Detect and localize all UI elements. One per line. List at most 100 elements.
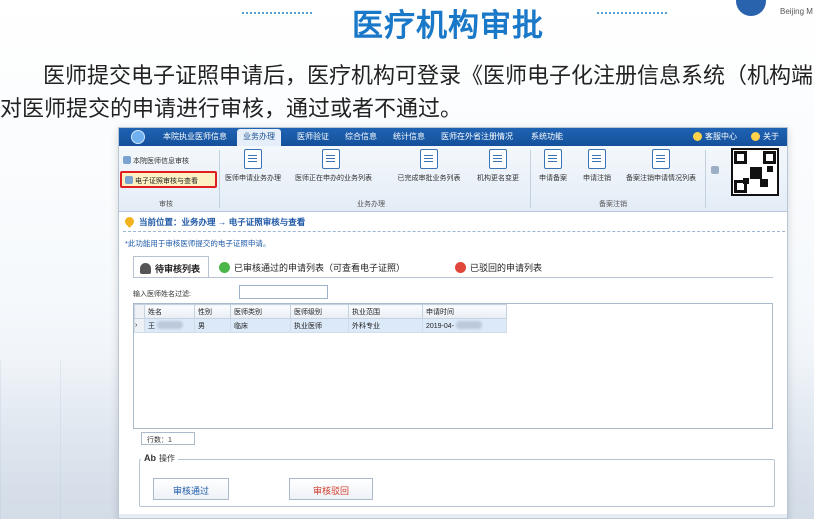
title-decoration-right <box>597 12 667 14</box>
file-cancel-icon <box>588 149 606 169</box>
breadcrumb: 当前位置：业务办理 → 电子证照审核与查看 <box>123 215 306 228</box>
ribbon-group-filing: 备案注销 <box>599 201 627 208</box>
ribbon-apply-business-button[interactable]: 医师申请业务办理 <box>221 149 285 189</box>
logo-icon <box>736 0 766 16</box>
menu-bar: 本院执业医师信息 业务办理 医师验证 综合信息 统计信息 医师在外省注册情况 系… <box>119 128 787 146</box>
app-screenshot: 本院执业医师信息 业务办理 医师验证 综合信息 统计信息 医师在外省注册情况 系… <box>118 127 788 519</box>
brand-logo: Beijing M <box>736 0 814 26</box>
tab-bar: 待审核列表 已审核通过的申请列表（可查看电子证照） 已驳回的申请列表 <box>133 256 773 278</box>
ribbon-completed-button[interactable]: 已完成审批业务列表 <box>395 149 463 189</box>
ribbon-filing-button[interactable]: 申请备案 <box>531 149 575 189</box>
logo-text: Beijing M <box>780 7 813 16</box>
menu-item-doctors[interactable]: 本院执业医师信息 <box>163 131 227 142</box>
tab-approved-label: 已审核通过的申请列表（可查看电子证照） <box>234 263 406 273</box>
ribbon-filing-list-label: 备案注销申请情况列表 <box>626 175 696 182</box>
ribbon-cancel-button[interactable]: 申请注销 <box>575 149 619 189</box>
ribbon-ecert-review[interactable]: 电子证照审核与查看 <box>120 171 217 188</box>
menu-item-verify[interactable]: 医师验证 <box>297 131 329 142</box>
cell-category: 临床 <box>230 318 291 333</box>
ribbon-group-review: 审核 <box>159 201 173 208</box>
tab-rejected-label: 已驳回的申请列表 <box>470 263 543 273</box>
grid-icon <box>489 149 507 169</box>
redaction <box>157 320 183 329</box>
cell-level: 执业医师 <box>290 318 349 333</box>
info-note: *此功能用于审核医师提交的电子证照申请。 <box>125 239 271 248</box>
edit-icon: Ab <box>144 453 156 463</box>
ribbon-cancel-label: 申请注销 <box>583 175 611 182</box>
column-header-level[interactable]: 医师级别 <box>290 304 349 319</box>
ribbon-completed-label: 已完成审批业务列表 <box>397 175 461 182</box>
approve-button[interactable]: 审核通过 <box>153 478 229 500</box>
column-header-apply-time[interactable]: 申请时间 <box>422 304 507 319</box>
cell-name: 王 <box>144 318 195 333</box>
column-header-gender[interactable]: 性别 <box>194 304 231 319</box>
menu-item-other-province[interactable]: 医师在外省注册情况 <box>441 131 513 142</box>
user-icon <box>125 176 133 184</box>
ribbon-rename-button[interactable]: 机构更名变更 <box>469 149 527 189</box>
ribbon-filing-label: 申请备案 <box>539 175 567 182</box>
tab-pending-label: 待审核列表 <box>155 264 201 274</box>
qr-code-icon <box>731 148 779 196</box>
slide-body-line2: 对医师提交的申请进行审核，通过或者不通过。 <box>0 97 463 122</box>
title-decoration-left <box>242 12 312 14</box>
ribbon-doctor-review-label: 本院医师信息审核 <box>133 158 189 165</box>
document-icon <box>244 149 262 169</box>
ribbon-rename-label: 机构更名变更 <box>477 175 519 182</box>
menu-about[interactable]: 关于 <box>763 131 779 142</box>
ribbon-doctor-review[interactable]: 本院医师信息审核 <box>123 156 189 166</box>
ribbon-group-business: 业务办理 <box>357 201 385 208</box>
slide-body-line1: 医师提交电子证照申请后，医疗机构可登录《医师电子化注册信息系统（机构端 <box>43 64 814 89</box>
ribbon-divider <box>219 150 220 208</box>
column-header-scope[interactable]: 执业范围 <box>348 304 423 319</box>
list-icon <box>322 149 340 169</box>
name-filter-input[interactable] <box>239 285 328 299</box>
table-row[interactable]: › 王 男 临床 执业医师 外科专业 2019-04- <box>134 318 507 333</box>
grid-header-row: 姓名 性别 医师类别 医师级别 执业范围 申请时间 <box>134 304 507 319</box>
pending-grid: 姓名 性别 医师类别 医师级别 执业范围 申请时间 › 王 男 临床 执业医师 … <box>133 303 773 429</box>
tab-underline <box>133 277 773 278</box>
ribbon-ecert-review-label: 电子证照审核与查看 <box>135 178 198 185</box>
filter-label: 输入医师姓名过滤: <box>133 291 191 298</box>
cell-gender: 男 <box>194 318 231 333</box>
cell-scope: 外科专业 <box>348 318 423 333</box>
tab-pending[interactable]: 待审核列表 <box>133 256 209 278</box>
reject-button[interactable]: 审核驳回 <box>289 478 373 500</box>
column-header-category[interactable]: 医师类别 <box>230 304 291 319</box>
redaction <box>456 321 483 329</box>
column-header-name[interactable]: 姓名 <box>144 304 195 319</box>
user-icon <box>140 263 151 274</box>
operations-label-text: 操作 <box>159 454 175 463</box>
menu-item-system[interactable]: 系统功能 <box>531 131 563 142</box>
ribbon-in-progress-label: 医师正在申办的业务列表 <box>295 175 372 182</box>
cell-apply-time-text: 2019-04- <box>426 323 455 330</box>
ribbon-divider <box>705 150 706 208</box>
menu-service-center[interactable]: 客服中心 <box>705 131 737 142</box>
menu-item-general[interactable]: 综合信息 <box>345 131 377 142</box>
menu-item-business[interactable]: 业务办理 <box>237 129 281 146</box>
ribbon-user-icon[interactable] <box>711 166 721 175</box>
breadcrumb-text: 当前位置：业务办理 → 电子证照审核与查看 <box>139 217 306 227</box>
cell-name-text: 王 <box>148 322 155 330</box>
divider <box>123 231 785 232</box>
location-pin-icon <box>123 215 136 228</box>
horizontal-scrollbar[interactable] <box>119 514 787 518</box>
list-icon <box>652 149 670 169</box>
ribbon-in-progress-button[interactable]: 医师正在申办的业务列表 <box>295 149 372 189</box>
cell-apply-time: 2019-04- <box>422 318 507 333</box>
ribbon-apply-business-label: 医师申请业务办理 <box>225 175 281 182</box>
user-icon <box>123 156 131 164</box>
slide-title: 医疗机构审批 <box>352 8 544 44</box>
menu-item-stats[interactable]: 统计信息 <box>393 131 425 142</box>
person-icon <box>711 166 719 174</box>
tab-approved[interactable]: 已审核通过的申请列表（可查看电子证照） <box>213 256 411 278</box>
document-check-icon <box>420 149 438 169</box>
ribbon-filing-list-button[interactable]: 备案注销申请情况列表 <box>619 149 703 189</box>
row-selector-icon[interactable]: › <box>134 318 145 333</box>
ribbon-toolbar: 本院医师信息审核 电子证照审核与查看 审核 医师申请业务办理 医师正在申办的业务… <box>119 146 787 212</box>
operations-label: Ab 操作 <box>141 453 178 464</box>
x-circle-icon <box>455 262 466 273</box>
tab-rejected[interactable]: 已驳回的申请列表 <box>449 256 548 278</box>
service-icon <box>693 132 702 141</box>
row-header-corner <box>134 304 145 319</box>
home-icon[interactable] <box>131 130 145 144</box>
